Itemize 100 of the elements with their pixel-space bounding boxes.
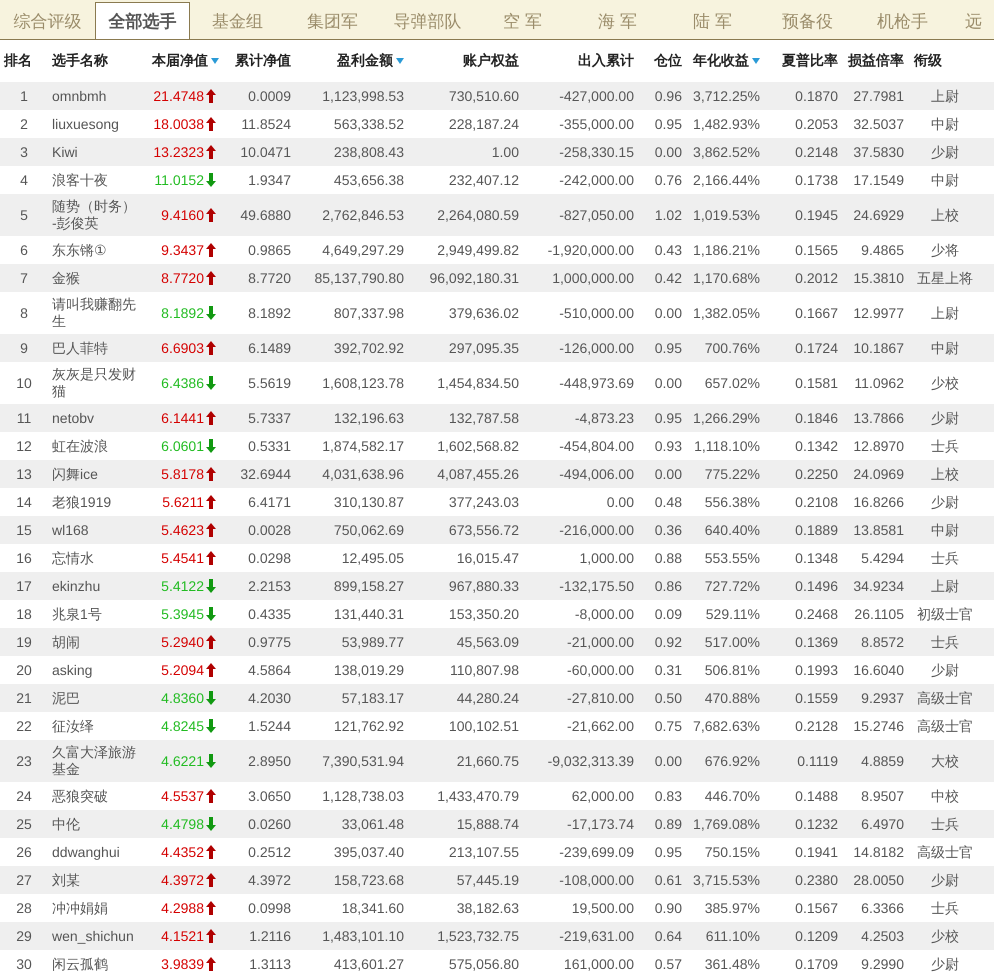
table-cell-text: 28.0050 [852,871,905,890]
player-name[interactable]: 浪客十夜 [48,168,148,192]
column-header[interactable]: 本届净值 [152,52,208,70]
rank-cell-text: 27 [15,871,33,890]
table-cell-text: 0.1369 [794,633,839,652]
net-value: 3.9839 [161,955,204,974]
rank-cell-text: 11 [16,409,32,428]
table-cell-text: 1,019.53% [692,206,761,225]
up-arrow-icon [206,901,216,915]
player-name[interactable]: wl168 [48,518,148,542]
table-cell-text: 0.95 [654,115,683,134]
table-cell-text: 750,062.69 [332,521,405,540]
table-cell-text: 213,107.55 [448,843,520,862]
player-name[interactable]: 灰灰是只发财猫 [48,362,148,404]
rank-cell-text: 22 [15,717,33,736]
player-name[interactable]: 巴人菲特 [48,336,148,360]
table-cell-text: 2,264,080.59 [436,206,520,225]
table-cell-text: 377,243.03 [448,493,520,512]
table-cell-text: -21,662.00 [566,717,635,736]
table-cell-text: 1.02 [654,206,683,225]
table-cell-text: 16,015.47 [456,549,520,568]
player-name[interactable]: 闲云孤鹤 [48,952,148,974]
sort-icon[interactable] [396,58,404,64]
player-name[interactable]: 兆泉1号 [48,602,148,626]
table-cell-text: 563,338.52 [332,115,405,134]
table-cell-text: 1,608,123.78 [321,374,405,393]
table-cell-text: 3,862.52% [692,143,761,162]
table-cell-text: 11.8524 [240,115,292,134]
table-cell-text: -258,330.15 [558,143,635,162]
table-cell-text: 3,712.25% [692,87,761,106]
player-name[interactable]: Kiwi [48,140,148,164]
rank-title: 士兵 [930,437,960,456]
player-name[interactable]: 胡闹 [48,630,148,654]
player-name[interactable]: 忘情水 [48,546,148,570]
player-name[interactable]: 闪舞ice [48,462,148,486]
player-name[interactable]: 金猴 [48,266,148,290]
rank-title: 士兵 [930,633,960,652]
sort-icon[interactable] [752,58,760,64]
table-cell-text: 0.0998 [247,899,292,918]
column-header: 排名 [4,52,32,70]
table-cell-text: 0.89 [654,815,683,834]
player-name[interactable]: wen_shichun [48,924,148,948]
table-cell-text: 1.9347 [247,171,292,190]
player-name[interactable]: 虹在波浪 [48,434,148,458]
table-cell-text: 0.1232 [794,815,839,834]
rank-title: 中校 [930,787,960,806]
table-cell-text: 0.00 [654,143,683,162]
table-cell-text: 0.1496 [794,577,839,596]
column-header[interactable]: 盈利金额 [337,52,393,70]
table-cell-text: 727.72% [704,577,761,596]
player-name[interactable]: 征汝绎 [48,714,148,738]
table-cell-text: 575,056.80 [448,955,520,974]
table-cell-text: 0.0298 [247,549,292,568]
table-cell-text: 3.0650 [247,787,292,806]
table-cell-text: 5.5619 [247,374,292,393]
table-cell-text: 9.4865 [860,241,905,260]
table-cell-text: 0.1667 [794,304,839,323]
table-cell-text: 1.3113 [248,955,292,974]
table-cell-text: 0.64 [654,927,683,946]
player-name[interactable]: 东东锵① [48,238,148,262]
table-cell-text: 11.0962 [853,374,905,393]
player-name[interactable]: 冲冲娟娟 [48,896,148,920]
table-cell-text: 15.2746 [852,717,905,736]
table-cell-text: 700.76% [704,339,761,358]
player-name[interactable]: asking [48,658,148,682]
table-cell-text: 238,808.43 [332,143,405,162]
player-name[interactable]: 泥巴 [48,686,148,710]
column-header[interactable]: 年化收益 [693,52,749,70]
table-cell-text: 138,019.29 [332,661,405,680]
up-arrow-icon [206,89,216,103]
table-cell-text: 131,440.31 [332,605,405,624]
table-cell-text: 4.8859 [860,752,905,771]
player-name[interactable]: 老狼1919 [48,490,148,514]
player-name[interactable]: netobv [48,406,148,430]
player-name[interactable]: ekinzhu [48,574,148,598]
up-arrow-icon [206,873,216,887]
player-name[interactable]: 中伦 [48,812,148,836]
player-name[interactable]: 请叫我赚翻先生 [48,292,148,334]
player-name[interactable]: ddwanghui [48,840,148,864]
tab[interactable]: 全部选手 [95,2,190,39]
table-cell-text: 1,170.68% [692,269,761,288]
table-cell-text: 379,636.02 [448,304,520,323]
sort-icon[interactable] [211,58,219,64]
player-name[interactable]: 恶狼突破 [48,784,148,808]
table-cell-text: 5.4294 [860,549,905,568]
table-cell-text: 8.1892 [247,304,292,323]
table-cell-text: 16.6040 [852,661,905,680]
table-cell-text: 0.92 [654,633,683,652]
player-name[interactable]: liuxuesong [48,112,148,136]
down-arrow-icon [206,579,216,593]
player-name[interactable]: 久富大泽旅游基金 [48,740,148,782]
table-cell-text: 158,723.68 [332,871,405,890]
up-arrow-icon [206,341,216,355]
player-name[interactable]: omnbmh [48,84,148,108]
table-cell-text: 4.3972 [247,871,292,890]
table-cell-text: 24.6929 [852,206,905,225]
table-cell-text: 1,186.21% [692,241,761,260]
table-cell-text: 553.55% [704,549,761,568]
player-name[interactable]: 刘某 [48,868,148,892]
player-name[interactable]: 随势（时务）-彭俊英 [48,194,148,236]
